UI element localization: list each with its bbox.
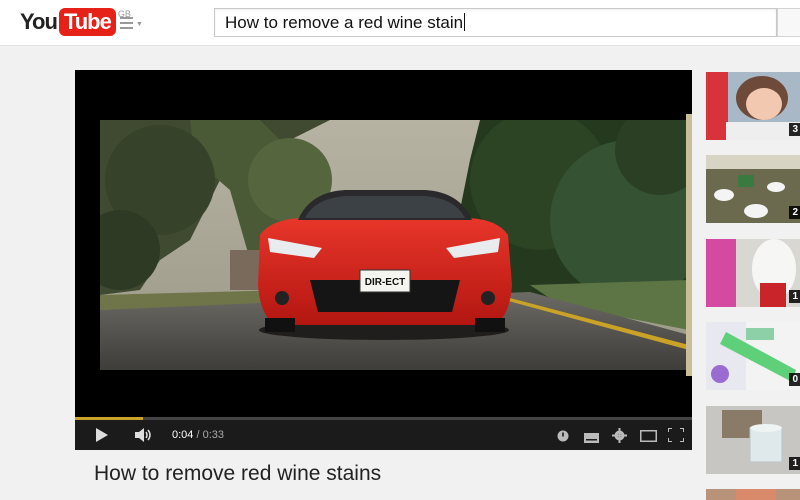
time-separator: / xyxy=(196,429,200,441)
video-title: How to remove red wine stains xyxy=(94,462,382,485)
video-frame[interactable]: DIR-ECT xyxy=(100,120,689,370)
related-video-thumbnail[interactable]: 1 xyxy=(706,239,800,307)
theater-mode-icon[interactable] xyxy=(640,429,657,447)
captions-icon[interactable] xyxy=(584,430,599,448)
current-time: 0:04 xyxy=(172,429,194,441)
related-video-thumbnail[interactable] xyxy=(706,488,800,500)
thumbnail-badge: 0 xyxy=(789,373,800,386)
fullscreen-icon[interactable] xyxy=(667,427,685,447)
search-button[interactable] xyxy=(777,8,800,37)
video-player[interactable]: DIR-ECT 0:04 / 0:33 xyxy=(75,70,692,450)
thumbnail-image xyxy=(706,72,800,140)
duration: 0:33 xyxy=(202,429,225,441)
logo-you-text: You xyxy=(20,9,58,34)
thumbnail-badge: 3 xyxy=(789,123,800,136)
thumbnail-image xyxy=(706,155,800,223)
video-frame-image: DIR-ECT xyxy=(100,120,689,370)
time-display: 0:04 / 0:33 xyxy=(172,429,224,441)
youtube-logo[interactable]: You Tube GB xyxy=(20,8,131,36)
thumbnail-image xyxy=(706,406,800,474)
related-video-thumbnail[interactable]: 0 xyxy=(706,322,800,390)
thumbnail-image xyxy=(706,322,800,390)
search-input[interactable]: How to remove a red wine stain xyxy=(214,8,777,37)
related-video-thumbnail[interactable]: 3 xyxy=(706,72,800,140)
volume-icon[interactable] xyxy=(135,428,153,447)
thumbnail-image xyxy=(706,239,800,307)
related-video-thumbnail[interactable]: 2 xyxy=(706,155,800,223)
thumbnail-badge: 1 xyxy=(789,290,800,303)
thumbnail-badge: 1 xyxy=(789,457,800,470)
guide-menu-icon[interactable]: ▼ xyxy=(120,15,144,31)
masthead: You Tube GB ▼ How to remove a red wine s… xyxy=(0,0,800,46)
settings-icon[interactable] xyxy=(612,428,627,448)
player-controls: 0:04 / 0:33 xyxy=(75,420,692,450)
video-edge xyxy=(686,114,692,376)
text-cursor xyxy=(464,13,466,31)
search-input-value: How to remove a red wine stain xyxy=(225,13,464,32)
play-icon[interactable] xyxy=(95,428,109,447)
thumbnail-badge: 2 xyxy=(789,206,800,219)
annotations-icon[interactable] xyxy=(557,429,569,447)
licence-plate-text: DIR-ECT xyxy=(365,277,406,288)
logo-tube-text: Tube xyxy=(58,8,116,36)
related-video-thumbnail[interactable]: 1 xyxy=(706,406,800,474)
thumbnail-image xyxy=(706,489,800,500)
